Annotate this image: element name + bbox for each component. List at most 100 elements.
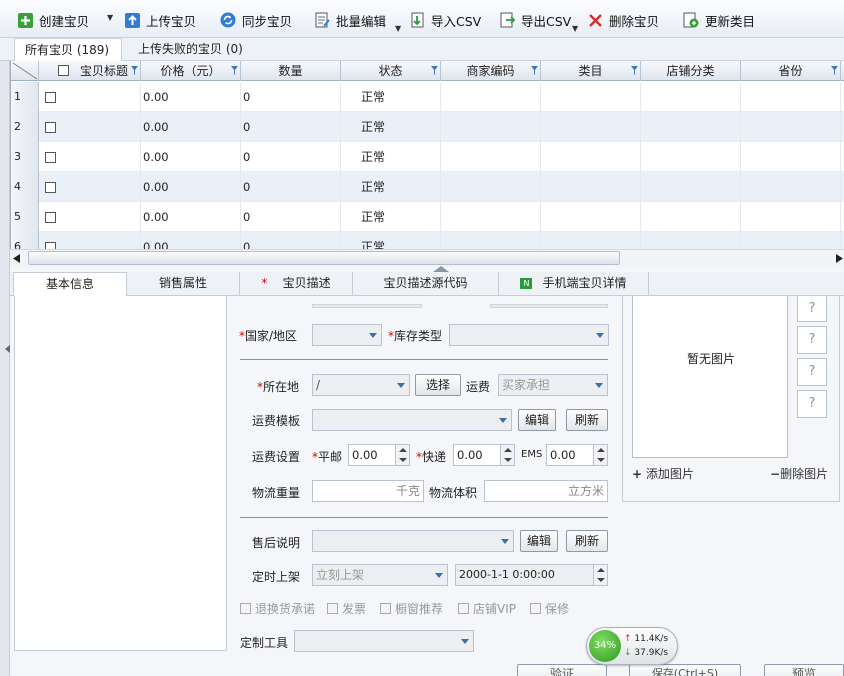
scroll-thumb[interactable] (28, 251, 620, 265)
aftersale-select[interactable] (312, 530, 514, 552)
create-item-button[interactable]: 创建宝贝 (18, 9, 89, 31)
update-category-button[interactable]: 更新类目 (683, 9, 755, 31)
filter-icon[interactable] (531, 66, 538, 75)
export-csv-button[interactable]: 导出CSV (500, 9, 571, 31)
edit-aftersale-button[interactable]: 编辑 (520, 530, 558, 552)
cell-quantity: 0 (241, 82, 341, 112)
location-select[interactable]: / (312, 374, 410, 396)
header-status[interactable]: 状态 (341, 61, 441, 81)
spinner-icon[interactable] (395, 445, 409, 465)
scroll-right-icon[interactable] (836, 254, 844, 263)
table-row[interactable]: 1 0.00 0 正常 (11, 82, 844, 112)
table-row[interactable]: 2 0.00 0 正常 (11, 112, 844, 142)
checkbox-box[interactable] (530, 603, 541, 614)
image-slot-3[interactable]: ? (797, 358, 827, 386)
batch-edit-button[interactable]: 批量编辑 (315, 9, 386, 31)
delete-image-button[interactable]: −删除图片 (770, 465, 828, 482)
header-title[interactable]: 宝贝标题 (39, 61, 141, 81)
header-shop-category[interactable]: 店铺分类 (641, 61, 741, 81)
add-image-button[interactable]: + 添加图片 (632, 465, 694, 482)
header-quantity[interactable]: 数量 (241, 61, 341, 81)
tab-item-description[interactable]: * 宝贝描述 (240, 272, 353, 296)
chevron-down-icon (461, 639, 469, 644)
image-slot-4[interactable]: ? (797, 390, 827, 418)
table-row[interactable]: 5 0.00 0 正常 (11, 202, 844, 232)
image-slot-1[interactable]: ? (797, 296, 827, 322)
normal-post-input[interactable]: 0.00 (348, 444, 410, 466)
stock-type-select[interactable] (449, 324, 609, 346)
location-label: *所在地 (257, 380, 300, 394)
upload-item-button[interactable]: 上传宝贝 (125, 9, 196, 31)
schedule-datetime-input[interactable]: 2000-1-1 0:00:00 (455, 564, 608, 586)
spinner-icon[interactable] (593, 565, 607, 585)
checkbox-box[interactable] (380, 603, 391, 614)
document-edit-icon (315, 12, 330, 28)
header-category[interactable]: 类目 (541, 61, 641, 81)
table-row[interactable]: 4 0.00 0 正常 (11, 172, 844, 202)
ems-input[interactable]: 0.00 (546, 444, 608, 466)
row-number: 3 (11, 142, 39, 172)
invoice-checkbox[interactable]: 发票 (327, 600, 366, 617)
spinner-icon[interactable] (593, 445, 607, 465)
edit-template-button[interactable]: 编辑 (518, 409, 556, 431)
scroll-left-icon[interactable] (13, 254, 21, 263)
warranty-checkbox[interactable]: 保修 (530, 600, 569, 617)
horizontal-scrollbar[interactable] (10, 249, 844, 267)
aftersale-label: 售后说明 (252, 536, 301, 550)
country-select[interactable] (312, 324, 382, 346)
schedule-select[interactable]: 立刻上架 (312, 564, 448, 586)
weight-input[interactable]: 千克 (312, 480, 424, 502)
filter-icon[interactable] (231, 66, 238, 75)
filter-icon[interactable] (431, 66, 438, 75)
row-number: 5 (11, 202, 39, 232)
chevron-down-icon[interactable]: ▼ (395, 24, 401, 33)
tab-description-source[interactable]: 宝贝描述源代码 (353, 272, 499, 296)
divider (240, 517, 608, 518)
freight-payer-select[interactable]: 买家承担 (498, 374, 608, 396)
chevron-down-icon (499, 418, 507, 423)
custom-tool-select[interactable] (294, 630, 474, 652)
row-number: 4 (11, 172, 39, 202)
filter-icon[interactable] (831, 66, 838, 75)
tab-failed-uploads[interactable]: 上传失败的宝贝 (0) (128, 38, 268, 61)
table-row[interactable]: 6 0.00 0 正常 (11, 232, 844, 249)
tab-sales-attributes[interactable]: 销售属性 (127, 272, 240, 296)
volume-input[interactable]: 立方米 (484, 480, 608, 502)
main-image-frame[interactable]: 暂无图片 (632, 296, 788, 458)
table-row[interactable]: 3 0.00 0 正常 (11, 142, 844, 172)
preview-button[interactable]: 预览 (764, 664, 844, 676)
header-price[interactable]: 价格（元） (141, 61, 241, 81)
tab-mobile-details[interactable]: N 手机端宝贝详情 (499, 272, 649, 296)
chevron-down-icon (435, 573, 443, 578)
cell-price: 0.00 (141, 82, 241, 112)
sync-item-button[interactable]: 同步宝贝 (220, 9, 292, 31)
tab-all-items[interactable]: 所有宝贝 (189) (14, 38, 122, 62)
delete-item-button[interactable]: 删除宝贝 (588, 9, 659, 31)
checkbox-box[interactable] (327, 603, 338, 614)
tab-basic-info[interactable]: 基本信息 (13, 272, 127, 297)
shop-vip-checkbox[interactable]: 店铺VIP (458, 600, 516, 617)
refresh-aftersale-button[interactable]: 刷新 (566, 530, 608, 552)
choose-location-button[interactable]: 选择 (415, 374, 461, 396)
save-button[interactable]: 保存(Ctrl+S) (629, 664, 741, 676)
refresh-template-button[interactable]: 刷新 (566, 409, 608, 431)
import-csv-button[interactable]: 导入CSV (410, 9, 481, 31)
network-speed-widget[interactable]: 34% ↑ 11.4K/s ↓ 37.9K/s (586, 627, 678, 665)
express-input[interactable]: 0.00 (453, 444, 515, 466)
checkbox-box[interactable] (458, 603, 469, 614)
image-slot-2[interactable]: ? (797, 326, 827, 354)
filter-icon[interactable] (631, 66, 638, 75)
header-merchant-code[interactable]: 商家编码 (441, 61, 541, 81)
return-promise-checkbox[interactable]: 退换货承诺 (240, 600, 315, 617)
filter-icon[interactable] (131, 66, 138, 75)
cell-status: 正常 (341, 202, 441, 232)
verify-button[interactable]: 验证 (517, 664, 607, 676)
checkbox-box[interactable] (240, 603, 251, 614)
cell-category (541, 202, 641, 232)
spinner-icon[interactable] (500, 445, 514, 465)
header-province[interactable]: 省份 (741, 61, 841, 81)
chevron-down-icon[interactable]: ▼ (572, 24, 578, 33)
freight-template-select[interactable] (312, 409, 512, 431)
window-recommend-checkbox[interactable]: 橱窗推荐 (380, 600, 443, 617)
chevron-down-icon[interactable]: ▼ (107, 13, 113, 22)
